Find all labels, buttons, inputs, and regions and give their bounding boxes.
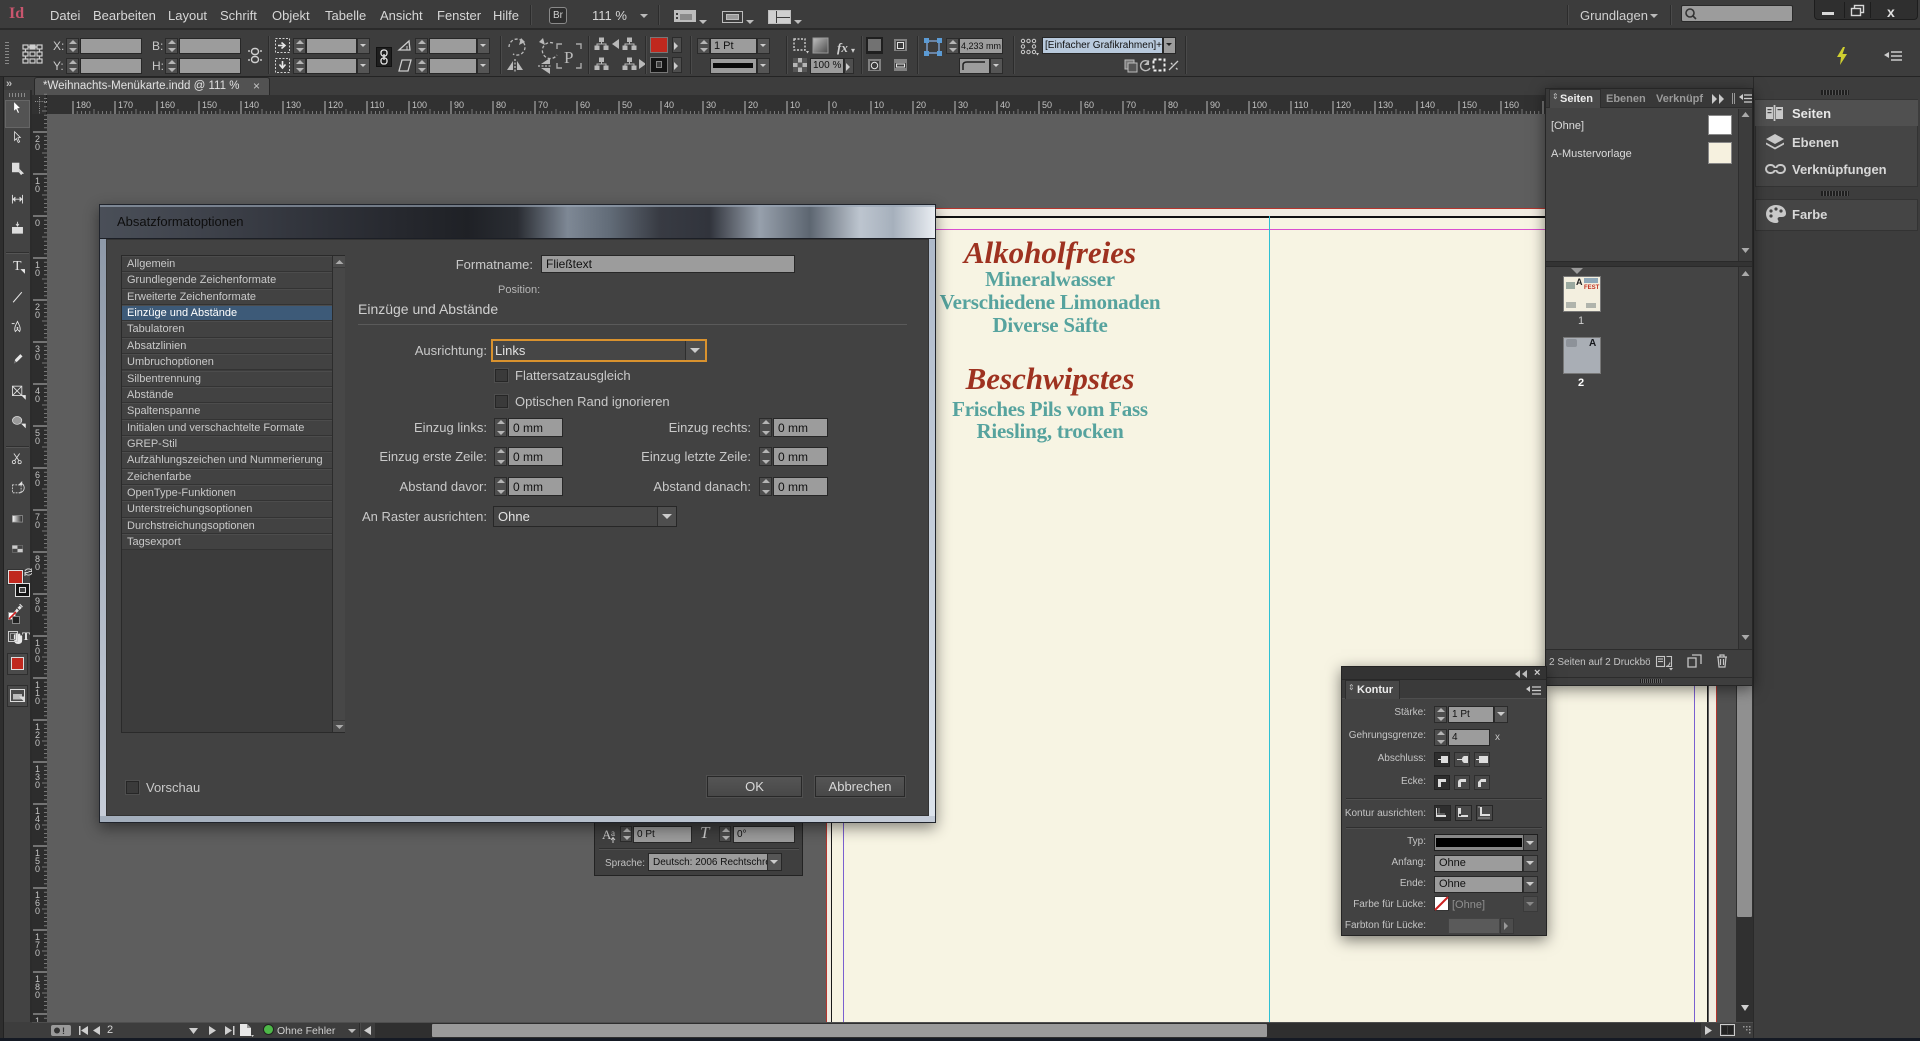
svg-text:0: 0 (35, 218, 40, 228)
svg-text:0: 0 (35, 268, 40, 278)
svg-text:110: 110 (1294, 100, 1308, 110)
svg-text:0: 0 (35, 654, 40, 664)
svg-text:◥: ◥ (21, 424, 26, 430)
svg-text:0: 0 (35, 738, 40, 748)
svg-text:80: 80 (496, 100, 506, 110)
svg-text:50: 50 (1042, 100, 1052, 110)
svg-text:140: 140 (1420, 100, 1435, 110)
svg-text:140: 140 (244, 100, 259, 110)
svg-text:0: 0 (35, 478, 40, 488)
svg-text:◥: ◥ (21, 395, 26, 401)
svg-text:0: 0 (35, 948, 40, 958)
svg-text:◥: ◥ (19, 696, 25, 703)
svg-text:20: 20 (748, 100, 758, 110)
svg-text:0: 0 (35, 184, 40, 194)
svg-text:0: 0 (35, 822, 40, 832)
svg-text:160: 160 (160, 100, 175, 110)
svg-text:100: 100 (1252, 100, 1267, 110)
svg-text:150: 150 (1462, 100, 1477, 110)
svg-text:70: 70 (1126, 100, 1136, 110)
svg-text:80: 80 (1168, 100, 1178, 110)
svg-text:10: 10 (790, 100, 800, 110)
svg-text:170: 170 (118, 100, 133, 110)
svg-text:60: 60 (1084, 100, 1094, 110)
svg-text:40: 40 (664, 100, 674, 110)
svg-text:130: 130 (286, 100, 301, 110)
svg-text:60: 60 (580, 100, 590, 110)
svg-text:90: 90 (1210, 100, 1220, 110)
svg-text:150: 150 (202, 100, 217, 110)
svg-text:0: 0 (35, 864, 40, 874)
svg-text:0: 0 (35, 394, 40, 404)
svg-text:0: 0 (35, 436, 40, 446)
svg-text:P: P (564, 48, 573, 67)
svg-text:40: 40 (1000, 100, 1010, 110)
svg-text:0: 0 (35, 604, 40, 614)
svg-text:0: 0 (35, 990, 40, 1000)
svg-text:0: 0 (35, 562, 40, 572)
svg-text:180: 180 (76, 100, 91, 110)
svg-text:◥: ◥ (20, 269, 25, 275)
svg-text:0: 0 (35, 142, 40, 152)
svg-text:20: 20 (916, 100, 926, 110)
svg-text:30: 30 (958, 100, 968, 110)
svg-text:0: 0 (35, 352, 40, 362)
svg-text:70: 70 (538, 100, 548, 110)
svg-text:130: 130 (1378, 100, 1393, 110)
svg-text:120: 120 (328, 100, 343, 110)
svg-text:90: 90 (454, 100, 464, 110)
svg-text:30: 30 (706, 100, 716, 110)
svg-text:10: 10 (874, 100, 884, 110)
svg-text:0: 0 (832, 100, 837, 110)
svg-text:0: 0 (35, 696, 40, 706)
svg-text:160: 160 (1504, 100, 1519, 110)
svg-text:50: 50 (622, 100, 632, 110)
svg-text:120: 120 (1336, 100, 1351, 110)
svg-text:0: 0 (35, 780, 40, 790)
svg-text:0: 0 (35, 906, 40, 916)
svg-text:0: 0 (35, 310, 40, 320)
svg-text:a: a (611, 828, 615, 838)
svg-text:0: 0 (35, 520, 40, 530)
svg-text:!: ! (62, 1026, 65, 1036)
svg-text:100: 100 (412, 100, 427, 110)
svg-text:110: 110 (370, 100, 384, 110)
